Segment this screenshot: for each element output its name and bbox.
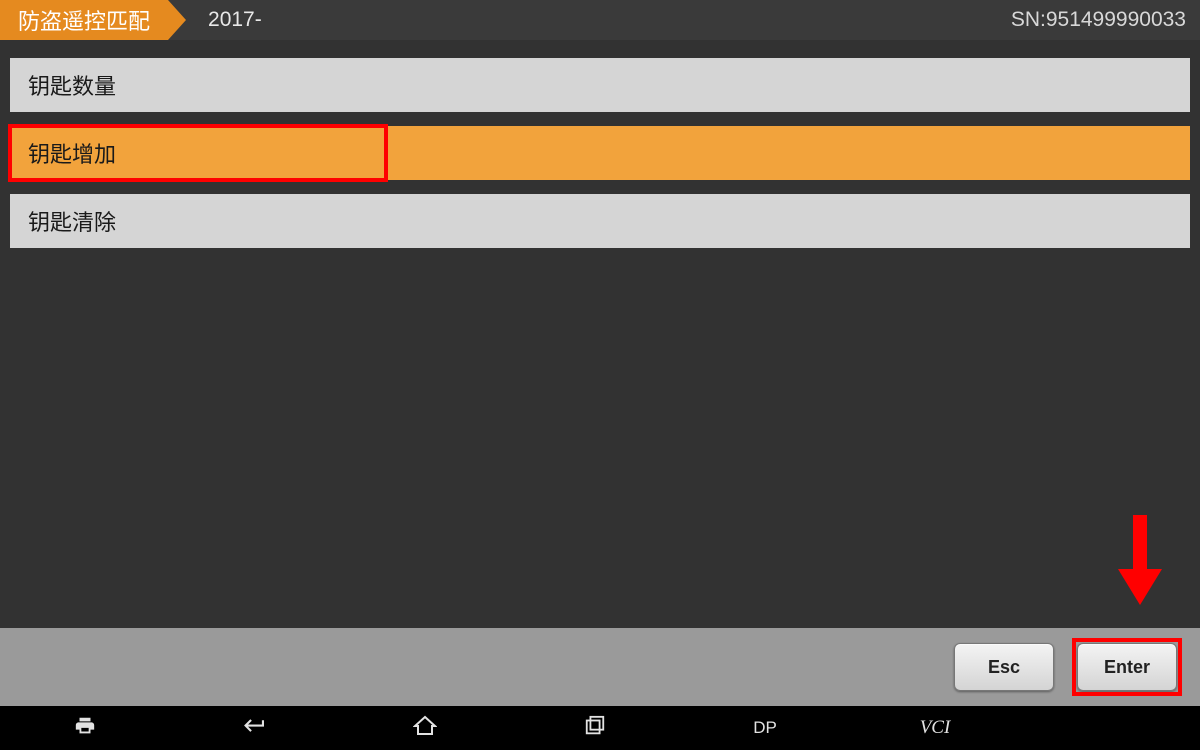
nav-home-button[interactable]	[340, 706, 510, 750]
home-icon	[413, 714, 437, 743]
menu-item-key-add[interactable]: 钥匙增加	[10, 126, 1190, 180]
breadcrumb: 2017-	[208, 8, 262, 32]
enter-button[interactable]: Enter	[1077, 643, 1177, 691]
nav-recent-button[interactable]	[510, 706, 680, 750]
recent-apps-icon	[584, 715, 606, 742]
menu-item-key-count[interactable]: 钥匙数量	[10, 58, 1190, 112]
header-title-text: 防盗遥控匹配	[18, 4, 150, 36]
menu-item-label: 钥匙数量	[28, 69, 116, 101]
printer-icon	[74, 715, 96, 742]
nav-vci-button[interactable]: VCI	[850, 706, 1020, 750]
system-navbar: DP VCI	[0, 706, 1200, 750]
nav-back-button[interactable]	[170, 706, 340, 750]
menu-list: 钥匙数量 钥匙增加 钥匙清除	[0, 40, 1200, 628]
enter-button-wrap: Enter	[1072, 638, 1182, 696]
footer-button-bar: Esc Enter	[0, 628, 1200, 706]
serial-number: SN:951499990033	[1011, 8, 1186, 32]
menu-item-label: 钥匙清除	[28, 205, 116, 237]
menu-item-key-clear[interactable]: 钥匙清除	[10, 194, 1190, 248]
esc-button[interactable]: Esc	[954, 643, 1054, 691]
nav-dp-label: DP	[753, 718, 777, 738]
nav-vci-label: VCI	[920, 717, 951, 739]
nav-dp-button[interactable]: DP	[680, 706, 850, 750]
back-arrow-icon	[243, 714, 267, 743]
menu-item-label: 钥匙增加	[28, 137, 116, 169]
header-bar: 防盗遥控匹配 2017- SN:951499990033	[0, 0, 1200, 40]
header-title: 防盗遥控匹配	[0, 0, 168, 40]
nav-print-button[interactable]	[0, 706, 170, 750]
